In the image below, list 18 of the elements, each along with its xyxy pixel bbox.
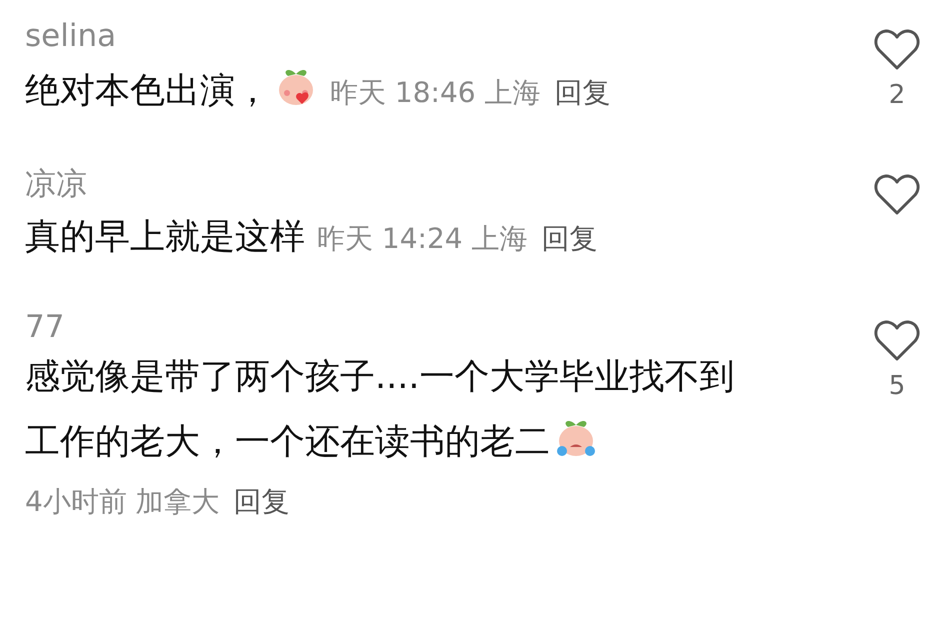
comment-meta: 4小时前 加拿大 xyxy=(25,485,220,518)
comment-text: 真的早上就是这样 xyxy=(25,217,305,257)
comment-meta: 昨天 18:46 上海 xyxy=(330,76,540,109)
username: selina xyxy=(25,18,116,54)
comment-meta: 昨天 14:24 上海 xyxy=(317,222,528,255)
heart-icon[interactable] xyxy=(873,173,921,217)
reply-link[interactable]: 回复 xyxy=(554,76,610,109)
username: 凉凉 xyxy=(25,165,87,204)
like-count: 5 xyxy=(888,371,906,401)
comment-text: 感觉像是带了两个孩子....一个大学毕业找不到 xyxy=(25,357,735,397)
like-count: 2 xyxy=(888,80,906,110)
username: 77 xyxy=(25,309,64,345)
reply-link[interactable]: 回复 xyxy=(234,485,290,518)
reply-link[interactable]: 回复 xyxy=(542,222,598,255)
heart-icon[interactable] xyxy=(873,28,921,72)
heart-icon[interactable] xyxy=(873,319,921,363)
comment-text: 绝对本色出演， xyxy=(25,71,270,111)
comment-text: 工作的老大，一个还在读书的老二 xyxy=(25,422,550,462)
